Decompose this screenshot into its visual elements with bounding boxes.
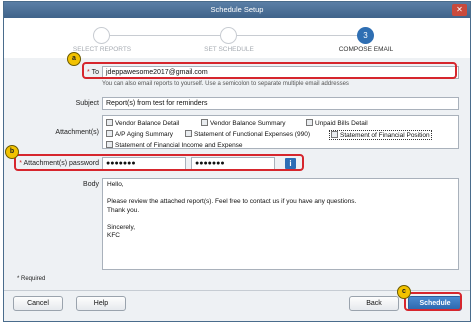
attachments-list: Vendor Balance Detail Vendor Balance Sum… xyxy=(102,115,459,149)
attachment-item[interactable]: Unpaid Bills Detail xyxy=(306,119,368,127)
body-line: Thank you. xyxy=(107,206,140,214)
help-button[interactable]: Help xyxy=(76,296,126,311)
pdf-icon xyxy=(331,131,338,138)
step-connector xyxy=(110,35,220,36)
annotation-badge-c: c xyxy=(397,285,411,299)
window-title: Schedule Setup xyxy=(210,5,264,14)
body-line xyxy=(107,190,454,199)
subject-field[interactable]: Report(s) from test for reminders xyxy=(102,97,459,110)
step-set-schedule: SET SCHEDULE xyxy=(204,46,254,53)
body-line: Please review the attached report(s). Fe… xyxy=(107,198,357,205)
title-bar: Schedule Setup ✕ xyxy=(4,2,470,18)
step-2-circle xyxy=(220,27,237,44)
attachment-item[interactable]: Statement of Functional Expenses (990) xyxy=(185,130,310,138)
step-1-circle xyxy=(93,27,110,44)
step-3-circle: 3 xyxy=(357,27,374,44)
attachment-item-selected[interactable]: Statement of Financial Position xyxy=(329,130,432,140)
highlight-to-field xyxy=(82,62,457,79)
highlight-schedule-button xyxy=(404,292,462,311)
highlight-password-row xyxy=(14,154,304,171)
pdf-icon xyxy=(106,130,113,137)
pdf-icon xyxy=(185,130,192,137)
attachment-item[interactable]: Vendor Balance Detail xyxy=(106,119,179,127)
annotation-badge-b: b xyxy=(5,145,19,159)
pdf-icon xyxy=(106,141,113,148)
body-line: KFC xyxy=(107,232,120,239)
attachment-item[interactable]: Vendor Balance Summary xyxy=(201,119,286,127)
subject-label: Subject xyxy=(75,100,99,107)
step-connector xyxy=(237,35,357,36)
pdf-icon xyxy=(106,119,113,126)
body-line: Hello, xyxy=(107,181,124,188)
step-compose-email: COMPOSE EMAIL xyxy=(338,46,394,53)
attachment-item[interactable]: A/P Aging Summary xyxy=(106,130,173,138)
compose-email-form: * To jdeppawesome2017@gmail.com You can … xyxy=(4,59,470,289)
body-line xyxy=(107,215,454,224)
attachments-label: Attachment(s) xyxy=(55,129,99,136)
attachment-item[interactable]: Statement of Financial Income and Expens… xyxy=(106,141,243,148)
cancel-button[interactable]: Cancel xyxy=(13,296,63,311)
close-icon[interactable]: ✕ xyxy=(452,4,467,16)
pdf-icon xyxy=(306,119,313,126)
required-note: * Required xyxy=(17,276,46,282)
body-line: Sincerely, xyxy=(107,223,136,231)
pdf-icon xyxy=(201,119,208,126)
body-label: Body xyxy=(83,181,99,188)
annotation-badge-a: a xyxy=(67,52,81,66)
to-hint: You can also email reports to yourself. … xyxy=(102,81,349,87)
email-body-field[interactable]: Hello, Please review the attached report… xyxy=(102,178,459,270)
back-button[interactable]: Back xyxy=(349,296,399,311)
